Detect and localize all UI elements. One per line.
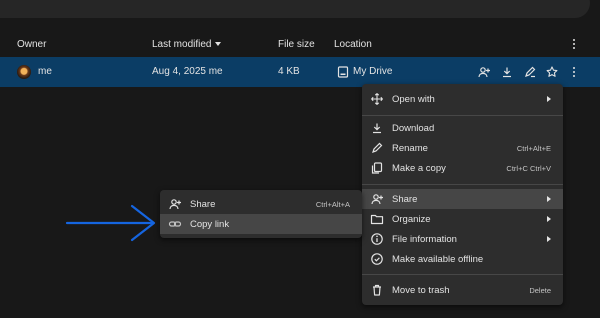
rename-shortcut: Ctrl+Alt+E [516,144,551,153]
menu-item-download[interactable]: Download [362,118,563,138]
avatar [17,65,31,79]
column-header-last-modified-label: Last modified [152,39,212,50]
trash-icon [370,283,384,297]
search-bar-area [0,0,600,24]
download-icon[interactable] [500,65,514,79]
submenu-label-copy-link: Copy link [190,219,230,230]
column-header-location[interactable]: Location [334,39,372,50]
menu-label-open-with: Open with [392,94,435,105]
chevron-right-icon [547,216,551,222]
submenu-item-copy-link[interactable]: Copy link [160,214,362,234]
submenu-label-share: Share [190,199,216,210]
menu-label-download: Download [392,123,435,134]
share-person-icon[interactable] [477,65,491,79]
menu-divider [362,184,563,185]
menu-label-share: Share [392,194,418,205]
menu-item-make-a-copy[interactable]: Make a copy Ctrl+C Ctrl+V [362,158,563,178]
download-icon [370,121,384,135]
menu-label-organize: Organize [392,214,431,225]
drive-icon [336,65,350,79]
folder-icon [370,212,384,226]
column-header-owner[interactable]: Owner [17,39,46,50]
chevron-right-icon [547,236,551,242]
share-shortcut: Ctrl+Alt+A [315,200,350,209]
info-icon [370,232,384,246]
link-icon [168,217,182,231]
annotation-arrow-icon [65,204,156,242]
menu-label-file-information: File information [392,234,457,245]
sort-down-icon [215,42,222,47]
row-last-modified: Aug 4, 2025 me [152,66,223,77]
menu-label-rename: Rename [392,143,428,154]
rename-pencil-icon [370,141,384,155]
row-location[interactable]: My Drive [353,66,392,77]
menu-item-share[interactable]: Share [362,189,563,209]
share-person-icon [168,197,182,211]
column-header-last-modified[interactable]: Last modified [152,39,222,50]
row-owner: me [38,66,52,77]
move-to-trash-shortcut: Delete [529,286,551,295]
menu-divider [362,115,563,116]
menu-item-open-with[interactable]: Open with [362,89,563,109]
row-file-size: 4 KB [278,66,300,77]
chevron-right-icon [547,96,551,102]
offline-check-icon [370,252,384,266]
menu-label-move-to-trash: Move to trash [392,285,450,296]
context-menu: Open with Download Rename Ctrl+Alt+E Mak… [362,84,563,305]
star-icon[interactable] [545,65,559,79]
column-header-row: Owner Last modified File size Location [0,34,600,54]
menu-item-rename[interactable]: Rename Ctrl+Alt+E [362,138,563,158]
open-with-icon [370,92,384,106]
menu-item-make-available-offline[interactable]: Make available offline [362,249,563,269]
row-more-options-icon[interactable] [567,65,581,79]
search-bar[interactable] [0,0,590,18]
share-submenu: Share Ctrl+Alt+A Copy link [160,190,362,238]
menu-label-make-a-copy: Make a copy [392,163,446,174]
menu-item-organize[interactable]: Organize [362,209,563,229]
chevron-right-icon [547,196,551,202]
make-a-copy-shortcut: Ctrl+C Ctrl+V [506,164,551,173]
copy-icon [370,161,384,175]
table-row[interactable]: me Aug 4, 2025 me 4 KB My Drive [0,57,600,87]
share-person-icon [370,192,384,206]
menu-item-move-to-trash[interactable]: Move to trash Delete [362,280,563,300]
more-options-icon[interactable] [567,37,581,51]
menu-item-file-information[interactable]: File information [362,229,563,249]
column-header-file-size[interactable]: File size [278,39,315,50]
menu-divider [362,274,563,275]
submenu-item-share[interactable]: Share Ctrl+Alt+A [160,194,362,214]
rename-pencil-icon[interactable] [523,65,537,79]
menu-label-make-available-offline: Make available offline [392,254,484,265]
